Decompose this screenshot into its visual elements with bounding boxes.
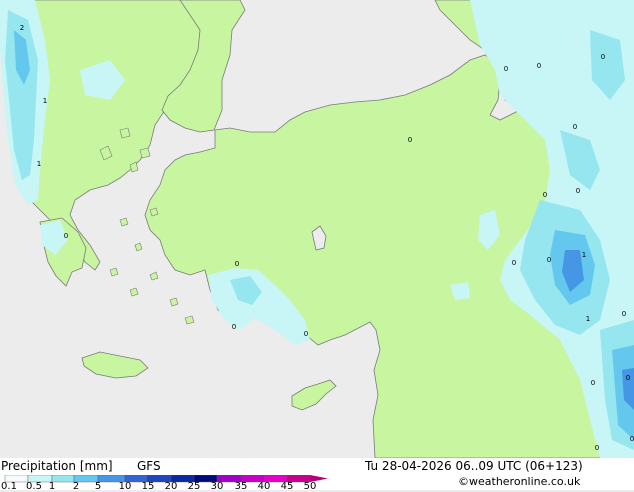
model-name: GFS [137,459,161,473]
scale-tick-label: 10 [118,481,132,492]
contour-label: 0 [408,136,412,144]
contour-label: 0 [601,53,605,61]
scale-tick-label: 40 [257,481,271,492]
scale-tick-label: 20 [164,481,178,492]
contour-label: 0 [64,232,68,240]
contour-label: 0 [595,444,599,452]
contour-label: 0 [235,260,239,268]
credit-text: ©weatheronline.co.uk [458,475,581,488]
scale-tick-label: 30 [210,481,224,492]
contour-label: 0 [304,330,308,338]
valid-time: Tu 28-04-2026 06..09 UTC (06+123) [365,459,583,473]
precipitation-map: 2 1 1 0 0 0 0 0 0 0 0 0 0 0 0 0 1 1 0 0 0 0 0 [0,0,634,458]
contour-label: 0 [630,435,634,443]
contour-label: 1 [37,160,41,168]
scale-tick-label: 2 [72,481,80,492]
contour-label: 0 [232,323,236,331]
scale-tick-label: 45 [280,481,294,492]
color-swatch [51,475,75,483]
contour-label: 0 [547,256,551,264]
scale-tick-label: 0.1 [1,481,17,492]
scale-tick-label: 35 [234,481,248,492]
contour-label: 0 [576,187,580,195]
contour-label: 0 [591,379,595,387]
contour-label: 1 [43,97,47,105]
contour-label: 0 [573,123,577,131]
scale-tick-label: 15 [141,481,155,492]
contour-label: 0 [543,191,547,199]
contour-label: 1 [586,315,590,323]
contour-label: 0 [512,259,516,267]
scale-tick-label: 0.5 [26,481,42,492]
scale-tick-label: 1 [48,481,56,492]
contour-label: 1 [582,251,586,259]
scale-tick-label: 50 [303,481,317,492]
contour-label: 0 [537,62,541,70]
scale-tick-label: 5 [94,481,102,492]
contour-label: 0 [504,65,508,73]
contour-label: 0 [626,374,630,382]
contour-label: 0 [622,310,626,318]
contour-label: 2 [20,24,24,32]
scale-tick-label: 25 [187,481,201,492]
legend-title: Precipitation [mm] [1,459,113,473]
